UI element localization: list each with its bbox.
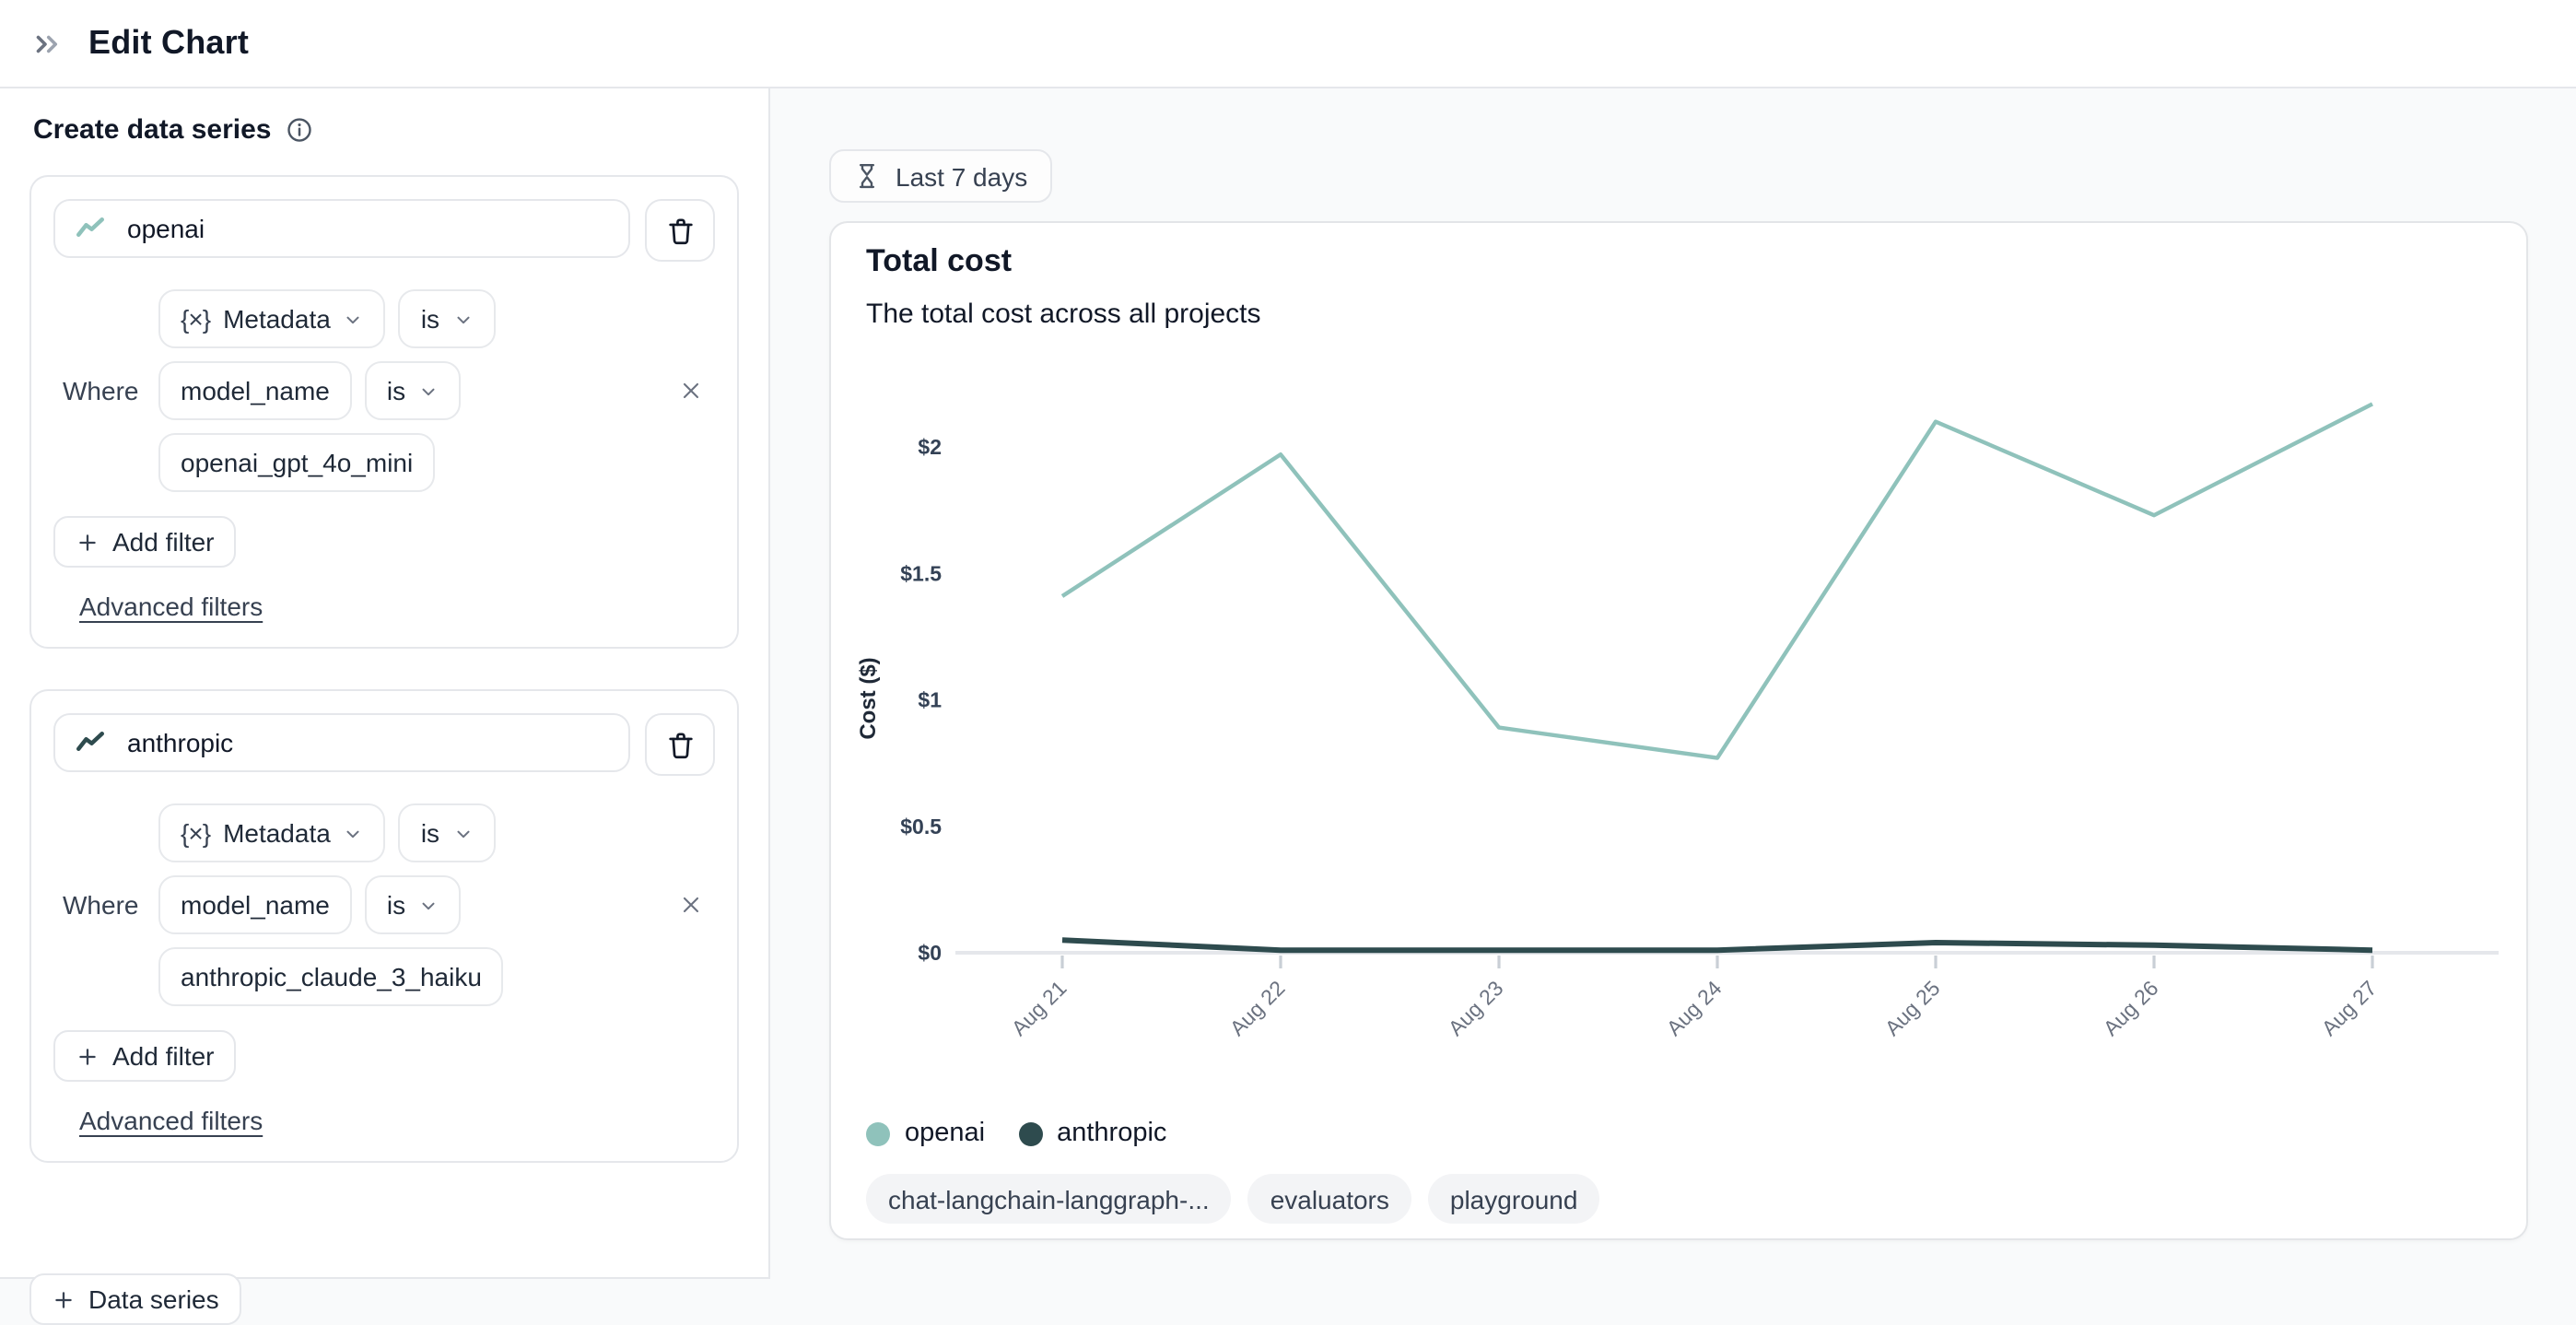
metadata-key-chip[interactable]: model_name [158, 875, 352, 934]
project-tag-row: chat-langchain-langgraph-... evaluators pl… [866, 1174, 1600, 1224]
chevron-down-icon [452, 309, 473, 329]
legend-dot [866, 1121, 890, 1145]
page-header: Edit Chart [0, 0, 2576, 88]
svg-text:Aug 26: Aug 26 [2099, 976, 2163, 1040]
braces-x-icon: {×} [181, 304, 211, 334]
svg-text:Cost ($): Cost ($) [856, 657, 881, 739]
hourglass-icon [853, 162, 881, 190]
legend-label: openai [905, 1119, 986, 1148]
svg-text:Aug 24: Aug 24 [1662, 976, 1727, 1040]
series-name-input[interactable] [123, 212, 610, 245]
series-name-field[interactable] [53, 713, 630, 772]
filter-field-dropdown[interactable]: {×} Metadata [158, 289, 386, 348]
create-data-series-panel: Create data series openai {×} Metadata i… [0, 88, 770, 1325]
where-label: Where [63, 376, 139, 405]
svg-text:$1: $1 [918, 688, 942, 712]
time-range-button[interactable]: Last 7 days [829, 149, 1052, 203]
where-label: Where [63, 890, 139, 920]
add-data-series-button[interactable]: Data series [29, 1273, 241, 1325]
svg-text:$0: $0 [918, 941, 942, 965]
double-chevron-right-icon [31, 27, 64, 60]
advanced-filters-link[interactable]: Advanced filters [79, 1106, 263, 1135]
trash-icon [664, 729, 696, 760]
svg-text:Aug 21: Aug 21 [1007, 976, 1071, 1040]
add-filter-button[interactable]: Add filter [53, 1030, 237, 1082]
trend-line-icon [74, 726, 107, 759]
chevron-down-icon [418, 381, 439, 401]
trend-line-icon [74, 212, 107, 245]
filter-operator-dropdown[interactable]: is [398, 803, 496, 862]
legend-item-openai[interactable]: openai [866, 1119, 985, 1148]
legend-label: anthropic [1057, 1119, 1167, 1148]
chart-title: Total cost [866, 243, 1013, 278]
advanced-filters-link[interactable]: Advanced filters [79, 592, 263, 621]
series-card-anthropic: {×} Metadata is Where model_name is [29, 689, 739, 1163]
svg-text:$1.5: $1.5 [900, 561, 942, 585]
svg-text:Aug 27: Aug 27 [2317, 976, 2382, 1040]
plus-icon [76, 530, 100, 554]
trash-icon [664, 215, 696, 246]
braces-x-icon: {×} [181, 818, 211, 848]
project-tag: evaluators [1247, 1174, 1411, 1224]
svg-text:$2: $2 [918, 435, 942, 459]
delete-series-button[interactable] [645, 199, 715, 262]
collapse-panel-button[interactable] [28, 23, 68, 64]
panel-heading: Create data series [33, 114, 272, 146]
chevron-down-icon [344, 309, 364, 329]
svg-text:Aug 25: Aug 25 [1880, 976, 1945, 1040]
metadata-key-chip[interactable]: model_name [158, 361, 352, 420]
page-title: Edit Chart [88, 24, 250, 61]
filter-block: {×} Metadata is Where model_name is [53, 803, 715, 1006]
remove-filter-button[interactable] [671, 885, 711, 925]
close-icon [678, 892, 704, 918]
series-name-input[interactable] [123, 726, 610, 759]
edit-chart-page: Edit Chart Create data series openai {×}… [0, 0, 2576, 1325]
legend-item-anthropic[interactable]: anthropic [1018, 1119, 1166, 1148]
add-filter-button[interactable]: Add filter [53, 516, 237, 568]
chevron-down-icon [418, 895, 439, 915]
project-tag: playground [1427, 1174, 1600, 1224]
delete-series-button[interactable] [645, 713, 715, 776]
filter-operator-dropdown[interactable]: is [398, 289, 496, 348]
chart-subtitle: The total cost across all projects [866, 299, 1261, 330]
series-name-field[interactable] [53, 199, 630, 258]
cost-line-chart: Aug 21 Aug 22 Aug 23 Aug 24 Aug 25 Aug 26 Aug … [856, 402, 2499, 1040]
legend-dot [1018, 1121, 1043, 1145]
plus-icon [52, 1287, 76, 1311]
svg-text:Aug 22: Aug 22 [1225, 976, 1290, 1040]
chart-legend: openai anthropic [866, 1119, 1166, 1148]
plus-icon [76, 1044, 100, 1068]
metadata-op-dropdown[interactable]: is [364, 361, 462, 420]
series-card-openai: {×} Metadata is Where model_name is [29, 175, 739, 649]
metadata-op-dropdown[interactable]: is [364, 875, 462, 934]
remove-filter-button[interactable] [671, 370, 711, 411]
close-icon [678, 378, 704, 404]
project-tag: chat-langchain-langgraph-... [866, 1174, 1232, 1224]
total-cost-chart-card: Total cost The total cost across all pro… [829, 221, 2528, 1240]
info-icon[interactable] [287, 116, 314, 144]
svg-text:$0.5: $0.5 [900, 815, 942, 838]
chevron-down-icon [344, 823, 364, 843]
svg-text:Aug 23: Aug 23 [1444, 976, 1508, 1040]
filter-block: {×} Metadata is Where model_name is [53, 289, 715, 492]
filter-field-dropdown[interactable]: {×} Metadata [158, 803, 386, 862]
metadata-value-chip[interactable]: openai_gpt_4o_mini [158, 433, 436, 492]
metadata-value-chip[interactable]: anthropic_claude_3_haiku [158, 947, 504, 1006]
chevron-down-icon [452, 823, 473, 843]
